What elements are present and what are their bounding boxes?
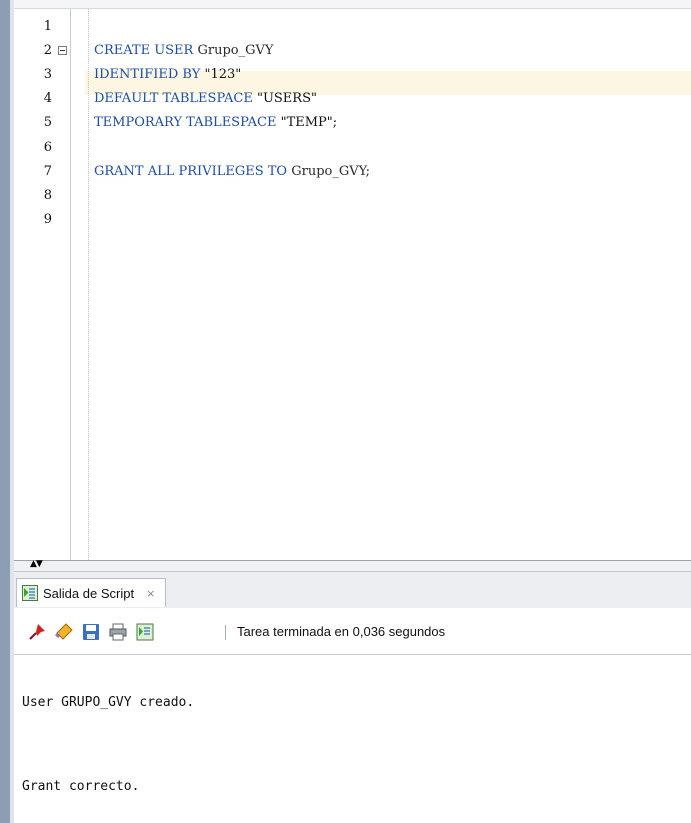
window-edge: [0, 0, 10, 823]
line-number: 9: [43, 212, 52, 227]
sql-keyword: DEFAULT TABLESPACE: [94, 91, 257, 106]
sql-string: "USERS": [256, 91, 317, 106]
line-number: 2: [43, 43, 52, 58]
print-icon[interactable]: [108, 622, 128, 642]
line-number: 7: [43, 164, 52, 179]
editor-top-bar: [14, 0, 691, 9]
sql-identifier: Grupo_GVY;: [291, 164, 370, 179]
line-number: 5: [43, 115, 52, 130]
splitter-arrows-icon[interactable]: ▲▼: [30, 559, 43, 569]
code-line[interactable]: CREATE USER Grupo_GVY: [94, 43, 273, 59]
close-icon[interactable]: ×: [146, 587, 155, 600]
panel-splitter[interactable]: ▲▼: [14, 559, 691, 572]
sql-keyword: TEMPORARY TABLESPACE: [94, 115, 281, 130]
fold-guide: [88, 9, 89, 560]
code-line[interactable]: GRANT ALL PRIVILEGES TO Grupo_GVY;: [94, 164, 370, 180]
fold-collapse-icon[interactable]: [58, 46, 67, 55]
code-line[interactable]: IDENTIFIED BY "123": [94, 67, 241, 83]
save-icon[interactable]: [81, 622, 101, 642]
tab-label: Salida de Script: [43, 585, 135, 601]
line-number: 4: [43, 91, 52, 106]
script-output-area[interactable]: User GRUPO_GVY creado. Grant correcto.: [14, 655, 691, 823]
sql-keyword: CREATE USER: [94, 43, 198, 58]
script-output-icon: [21, 584, 39, 602]
sql-identifier: Grupo_GVY: [197, 43, 274, 58]
sql-string: "123": [204, 67, 242, 82]
task-status: Tarea terminada en 0,036 segundos: [237, 624, 446, 639]
output-toolbar: Tarea terminada en 0,036 segundos: [14, 608, 691, 655]
gutter-divider: [70, 9, 71, 560]
toolbar-separator: [225, 625, 226, 640]
run-script-icon[interactable]: [135, 622, 155, 642]
eraser-icon[interactable]: [54, 622, 74, 642]
sql-string: "TEMP";: [280, 115, 338, 130]
pin-icon[interactable]: [27, 622, 47, 642]
output-line: User GRUPO_GVY creado.: [22, 695, 195, 710]
line-number: 8: [43, 188, 52, 203]
output-line: Grant correcto.: [22, 779, 140, 794]
sql-editor[interactable]: 1 2 CREATE USER Grupo_GVY 3 IDENTIFIED BY "1…: [14, 0, 691, 560]
sql-keyword: IDENTIFIED BY: [94, 67, 205, 82]
output-tab-bar: Salida de Script ×: [14, 572, 691, 609]
line-number: 6: [43, 140, 52, 155]
code-line[interactable]: TEMPORARY TABLESPACE "TEMP";: [94, 115, 337, 131]
sql-keyword: GRANT ALL PRIVILEGES TO: [94, 164, 292, 179]
line-number: 1: [43, 19, 52, 34]
code-line[interactable]: DEFAULT TABLESPACE "USERS": [94, 91, 317, 107]
tab-script-output[interactable]: Salida de Script ×: [16, 578, 167, 607]
line-number: 3: [43, 67, 52, 82]
